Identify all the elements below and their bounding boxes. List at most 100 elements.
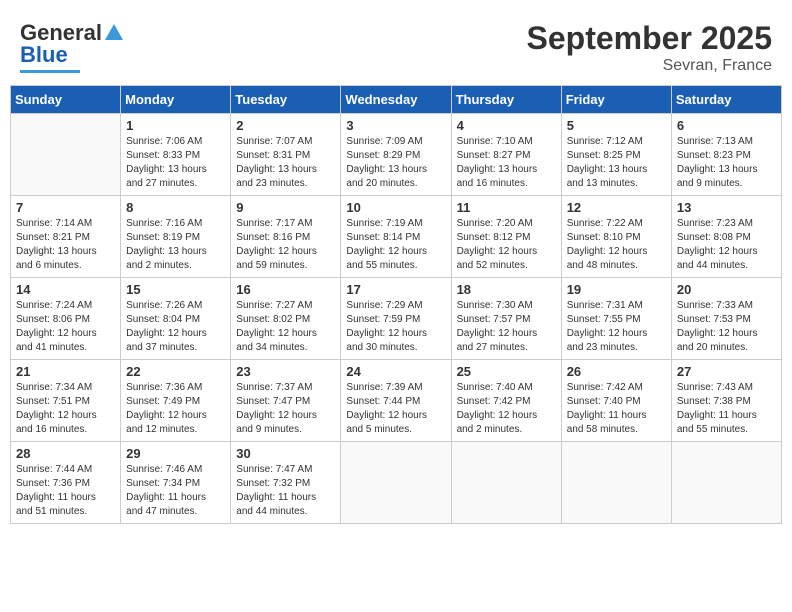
day-number: 12: [567, 200, 666, 215]
col-friday: Friday: [561, 86, 671, 114]
day-number: 14: [16, 282, 115, 297]
table-row: 26 Sunrise: 7:42 AM Sunset: 7:40 PM Dayli…: [561, 360, 671, 442]
day-number: 20: [677, 282, 776, 297]
day-info: Sunrise: 7:40 AM Sunset: 7:42 PM Dayligh…: [457, 381, 556, 437]
table-row: 19Sunrise: 7:31 AM Sunset: 7:55 PM Dayli…: [561, 278, 671, 360]
page-header: General Blue September 2025 Sevran, Fran…: [10, 10, 782, 80]
day-info: Sunrise: 7:36 AM Sunset: 7:49 PM Dayligh…: [126, 381, 225, 437]
table-row: 14 Sunrise: 7:24 AM Sunset: 8:06 PM Dayli…: [11, 278, 121, 360]
day-number: 13: [677, 200, 776, 215]
day-info: Sunrise: 7:10 AM Sunset: 8:27 PM Dayligh…: [457, 135, 556, 191]
day-number: 27: [677, 364, 776, 379]
day-number: 10: [346, 200, 445, 215]
table-row: [451, 442, 561, 524]
day-number: 29: [126, 446, 225, 461]
table-row: 6Sunrise: 7:13 AM Sunset: 8:23 PM Daylig…: [671, 114, 781, 196]
day-info: Sunrise: 7:16 AM Sunset: 8:19 PM Dayligh…: [126, 217, 225, 273]
day-info: Sunrise: 7:07 AM Sunset: 8:31 PM Dayligh…: [236, 135, 335, 191]
table-row: 21 Sunrise: 7:34 AM Sunset: 7:51 PM Dayli…: [11, 360, 121, 442]
table-row: 11Sunrise: 7:20 AM Sunset: 8:12 PM Dayli…: [451, 196, 561, 278]
col-monday: Monday: [121, 86, 231, 114]
calendar-table: Sunday Monday Tuesday Wednesday Thursday…: [10, 85, 782, 524]
table-row: 16 Sunrise: 7:27 AM Sunset: 8:02 PM Dayli…: [231, 278, 341, 360]
calendar-week-3: 14 Sunrise: 7:24 AM Sunset: 8:06 PM Dayli…: [11, 278, 782, 360]
day-info: Sunrise: 7:20 AM Sunset: 8:12 PM Dayligh…: [457, 217, 556, 273]
col-tuesday: Tuesday: [231, 86, 341, 114]
day-info: Sunrise: 7:12 AM Sunset: 8:25 PM Dayligh…: [567, 135, 666, 191]
logo-icon: [103, 22, 125, 44]
calendar-header-row: Sunday Monday Tuesday Wednesday Thursday…: [11, 86, 782, 114]
day-number: 5: [567, 118, 666, 133]
table-row: 25Sunrise: 7:40 AM Sunset: 7:42 PM Dayli…: [451, 360, 561, 442]
calendar-week-1: 1Sunrise: 7:06 AM Sunset: 8:33 PM Daylig…: [11, 114, 782, 196]
logo: General Blue: [20, 20, 125, 73]
day-info: Sunrise: 7:42 AM Sunset: 7:40 PM Dayligh…: [567, 381, 666, 437]
calendar-week-4: 21 Sunrise: 7:34 AM Sunset: 7:51 PM Dayli…: [11, 360, 782, 442]
title-section: September 2025 Sevran, France: [527, 20, 772, 75]
table-row: 17 Sunrise: 7:29 AM Sunset: 7:59 PM Dayli…: [341, 278, 451, 360]
table-row: 29 Sunrise: 7:46 AM Sunset: 7:34 PM Dayli…: [121, 442, 231, 524]
table-row: 23Sunrise: 7:37 AM Sunset: 7:47 PM Dayli…: [231, 360, 341, 442]
table-row: 1Sunrise: 7:06 AM Sunset: 8:33 PM Daylig…: [121, 114, 231, 196]
table-row: 13Sunrise: 7:23 AM Sunset: 8:08 PM Dayli…: [671, 196, 781, 278]
col-sunday: Sunday: [11, 86, 121, 114]
table-row: [11, 114, 121, 196]
day-number: 16: [236, 282, 335, 297]
day-number: 22: [126, 364, 225, 379]
table-row: 27Sunrise: 7:43 AM Sunset: 7:38 PM Dayli…: [671, 360, 781, 442]
calendar-subtitle: Sevran, France: [527, 57, 772, 75]
day-info: Sunrise: 7:39 AM Sunset: 7:44 PM Dayligh…: [346, 381, 445, 437]
table-row: 30 Sunrise: 7:47 AM Sunset: 7:32 PM Dayli…: [231, 442, 341, 524]
day-info: Sunrise: 7:14 AM Sunset: 8:21 PM Dayligh…: [16, 217, 115, 273]
table-row: 3 Sunrise: 7:09 AM Sunset: 8:29 PM Daylig…: [341, 114, 451, 196]
day-number: 21: [16, 364, 115, 379]
table-row: [561, 442, 671, 524]
table-row: 9Sunrise: 7:17 AM Sunset: 8:16 PM Daylig…: [231, 196, 341, 278]
calendar-week-2: 7 Sunrise: 7:14 AM Sunset: 8:21 PM Daylig…: [11, 196, 782, 278]
day-number: 15: [126, 282, 225, 297]
table-row: 5 Sunrise: 7:12 AM Sunset: 8:25 PM Daylig…: [561, 114, 671, 196]
day-number: 1: [126, 118, 225, 133]
table-row: [341, 442, 451, 524]
day-info: Sunrise: 7:17 AM Sunset: 8:16 PM Dayligh…: [236, 217, 335, 273]
table-row: 15 Sunrise: 7:26 AM Sunset: 8:04 PM Dayli…: [121, 278, 231, 360]
day-info: Sunrise: 7:27 AM Sunset: 8:02 PM Dayligh…: [236, 299, 335, 355]
day-number: 6: [677, 118, 776, 133]
day-number: 24: [346, 364, 445, 379]
day-info: Sunrise: 7:47 AM Sunset: 7:32 PM Dayligh…: [236, 463, 335, 519]
table-row: 12 Sunrise: 7:22 AM Sunset: 8:10 PM Dayli…: [561, 196, 671, 278]
day-number: 17: [346, 282, 445, 297]
table-row: 20 Sunrise: 7:33 AM Sunset: 7:53 PM Dayli…: [671, 278, 781, 360]
day-info: Sunrise: 7:19 AM Sunset: 8:14 PM Dayligh…: [346, 217, 445, 273]
day-info: Sunrise: 7:22 AM Sunset: 8:10 PM Dayligh…: [567, 217, 666, 273]
day-info: Sunrise: 7:34 AM Sunset: 7:51 PM Dayligh…: [16, 381, 115, 437]
day-number: 23: [236, 364, 335, 379]
col-wednesday: Wednesday: [341, 86, 451, 114]
day-number: 8: [126, 200, 225, 215]
logo-text-blue: Blue: [20, 42, 68, 68]
table-row: 4 Sunrise: 7:10 AM Sunset: 8:27 PM Daylig…: [451, 114, 561, 196]
day-number: 19: [567, 282, 666, 297]
day-info: Sunrise: 7:46 AM Sunset: 7:34 PM Dayligh…: [126, 463, 225, 519]
day-number: 30: [236, 446, 335, 461]
day-info: Sunrise: 7:24 AM Sunset: 8:06 PM Dayligh…: [16, 299, 115, 355]
calendar-title: September 2025: [527, 20, 772, 57]
table-row: [671, 442, 781, 524]
day-number: 7: [16, 200, 115, 215]
table-row: 10 Sunrise: 7:19 AM Sunset: 8:14 PM Dayli…: [341, 196, 451, 278]
table-row: 7 Sunrise: 7:14 AM Sunset: 8:21 PM Daylig…: [11, 196, 121, 278]
day-number: 26: [567, 364, 666, 379]
table-row: 28 Sunrise: 7:44 AM Sunset: 7:36 PM Dayli…: [11, 442, 121, 524]
day-info: Sunrise: 7:29 AM Sunset: 7:59 PM Dayligh…: [346, 299, 445, 355]
col-saturday: Saturday: [671, 86, 781, 114]
day-info: Sunrise: 7:26 AM Sunset: 8:04 PM Dayligh…: [126, 299, 225, 355]
day-number: 3: [346, 118, 445, 133]
day-number: 18: [457, 282, 556, 297]
day-info: Sunrise: 7:33 AM Sunset: 7:53 PM Dayligh…: [677, 299, 776, 355]
day-info: Sunrise: 7:30 AM Sunset: 7:57 PM Dayligh…: [457, 299, 556, 355]
table-row: 2Sunrise: 7:07 AM Sunset: 8:31 PM Daylig…: [231, 114, 341, 196]
day-number: 28: [16, 446, 115, 461]
day-info: Sunrise: 7:44 AM Sunset: 7:36 PM Dayligh…: [16, 463, 115, 519]
day-info: Sunrise: 7:09 AM Sunset: 8:29 PM Dayligh…: [346, 135, 445, 191]
day-number: 4: [457, 118, 556, 133]
